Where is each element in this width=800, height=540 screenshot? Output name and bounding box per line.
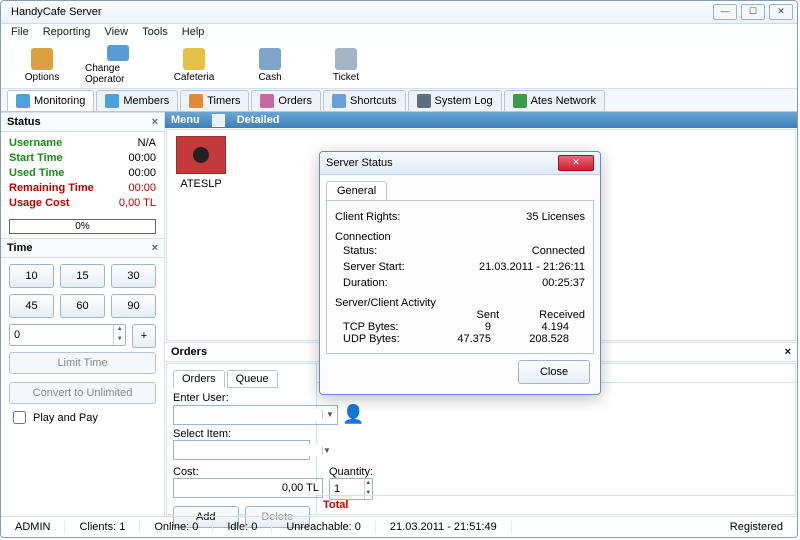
- close-button[interactable]: ✕: [769, 4, 793, 20]
- toolbar-options[interactable]: Options: [9, 45, 75, 85]
- order-form: OrdersQueue Enter User: ▼ 👤 Select Item:…: [167, 364, 317, 514]
- toolbar-change-operator[interactable]: Change Operator: [85, 45, 151, 85]
- sb-unreachable: Unreachable: 0: [272, 521, 376, 533]
- convert-unlimited-button[interactable]: Convert to Unlimited: [9, 382, 156, 404]
- time-preset-90[interactable]: 90: [111, 294, 156, 318]
- status-title: Status: [7, 116, 41, 128]
- dialog-title: Server Status: [326, 157, 393, 169]
- time-panel-header: Time ×: [1, 238, 164, 258]
- view-bar: Menu Detailed: [165, 112, 797, 128]
- tab-members[interactable]: Members: [96, 90, 178, 111]
- tab-monitoring[interactable]: Monitoring: [7, 90, 94, 111]
- select-item-combo[interactable]: ▼: [173, 440, 310, 460]
- play-and-pay-checkbox[interactable]: [13, 411, 26, 424]
- detailed-checkbox[interactable]: [212, 114, 225, 127]
- menu-tools[interactable]: Tools: [136, 24, 174, 42]
- sb-registered: Registered: [716, 521, 797, 533]
- time-preset-45[interactable]: 45: [9, 294, 54, 318]
- enter-user-combo[interactable]: ▼: [173, 405, 338, 425]
- sb-clients: Clients: 1: [65, 521, 140, 533]
- minimize-button[interactable]: —: [713, 4, 737, 20]
- client-ateslp[interactable]: ATESLP: [173, 136, 229, 190]
- status-grid: UsernameN/AStart Time00:00Used Time00:00…: [1, 132, 164, 215]
- tab-ates-network[interactable]: Ates Network: [504, 90, 605, 111]
- time-collapse-icon[interactable]: ×: [152, 242, 158, 254]
- status-collapse-icon[interactable]: ×: [152, 116, 158, 128]
- toolbar-cash[interactable]: Cash: [237, 45, 303, 85]
- dialog-tab-general[interactable]: General: [326, 181, 387, 200]
- progress-bar: 0%: [9, 219, 156, 234]
- sb-admin: ADMIN: [1, 521, 65, 533]
- menu-view[interactable]: View: [98, 24, 134, 42]
- client-name: ATESLP: [173, 178, 229, 190]
- tab-timers[interactable]: Timers: [180, 90, 249, 111]
- toolbar-ticket[interactable]: Ticket: [313, 45, 379, 85]
- time-preset-30[interactable]: 30: [111, 264, 156, 288]
- sb-time: 21.03.2011 - 21:51:49: [376, 521, 512, 533]
- play-and-pay-label: Play and Pay: [33, 412, 98, 424]
- time-preset-10[interactable]: 10: [9, 264, 54, 288]
- orders-collapse-icon[interactable]: ×: [785, 346, 791, 358]
- options-icon: [31, 48, 53, 70]
- orders-tab-queue[interactable]: Queue: [227, 370, 278, 388]
- title-bar: HandyCafe Server — ☐ ✕: [1, 1, 797, 24]
- change-operator-icon: [107, 45, 129, 61]
- cash-icon: [259, 48, 281, 70]
- time-add-button[interactable]: +: [132, 324, 156, 348]
- ticket-icon: [335, 48, 357, 70]
- time-preset-15[interactable]: 15: [60, 264, 105, 288]
- toolbar: OptionsChange OperatorCafeteriaCashTicke…: [1, 42, 797, 88]
- tab-bar: MonitoringMembersTimersOrdersShortcutsSy…: [1, 88, 797, 112]
- client-thumb-icon: [176, 136, 226, 174]
- menu-reporting[interactable]: Reporting: [37, 24, 97, 42]
- menu-label[interactable]: Menu: [171, 114, 200, 126]
- window-title: HandyCafe Server: [11, 6, 102, 18]
- menu-help[interactable]: Help: [176, 24, 211, 42]
- time-preset-60[interactable]: 60: [60, 294, 105, 318]
- orders-tab-orders[interactable]: Orders: [173, 370, 225, 388]
- select-item-label: Select Item:: [173, 428, 310, 440]
- enter-user-label: Enter User:: [173, 392, 310, 404]
- tab-orders[interactable]: Orders: [251, 90, 321, 111]
- sb-online: Online: 0: [140, 521, 213, 533]
- time-presets: 101530 456090: [1, 258, 164, 324]
- sb-idle: Idle: 0: [213, 521, 272, 533]
- time-spinner[interactable]: ▲▼: [9, 324, 126, 346]
- tab-system-log[interactable]: System Log: [408, 90, 502, 111]
- time-title: Time: [7, 242, 32, 254]
- dialog-close-button[interactable]: Close: [518, 360, 590, 384]
- cost-field[interactable]: [173, 478, 323, 498]
- status-panel-header: Status ×: [1, 112, 164, 132]
- menu-bar: FileReportingViewToolsHelp: [1, 24, 797, 42]
- status-bar: ADMIN Clients: 1 Online: 0 Idle: 0 Unrea…: [1, 516, 797, 537]
- dialog-close-icon[interactable]: ✕: [558, 155, 594, 171]
- menu-file[interactable]: File: [5, 24, 35, 42]
- tab-shortcuts[interactable]: Shortcuts: [323, 90, 405, 111]
- maximize-button[interactable]: ☐: [741, 4, 765, 20]
- cafeteria-icon: [183, 48, 205, 70]
- server-status-dialog: Server Status ✕ General Client Rights:35…: [319, 151, 601, 395]
- order-total: Total: [317, 495, 795, 514]
- time-spinner-input[interactable]: [10, 325, 113, 345]
- limit-time-button[interactable]: Limit Time: [9, 352, 156, 374]
- detailed-label: Detailed: [237, 114, 280, 126]
- sidebar: Status × UsernameN/AStart Time00:00Used …: [1, 112, 165, 516]
- toolbar-cafeteria[interactable]: Cafeteria: [161, 45, 227, 85]
